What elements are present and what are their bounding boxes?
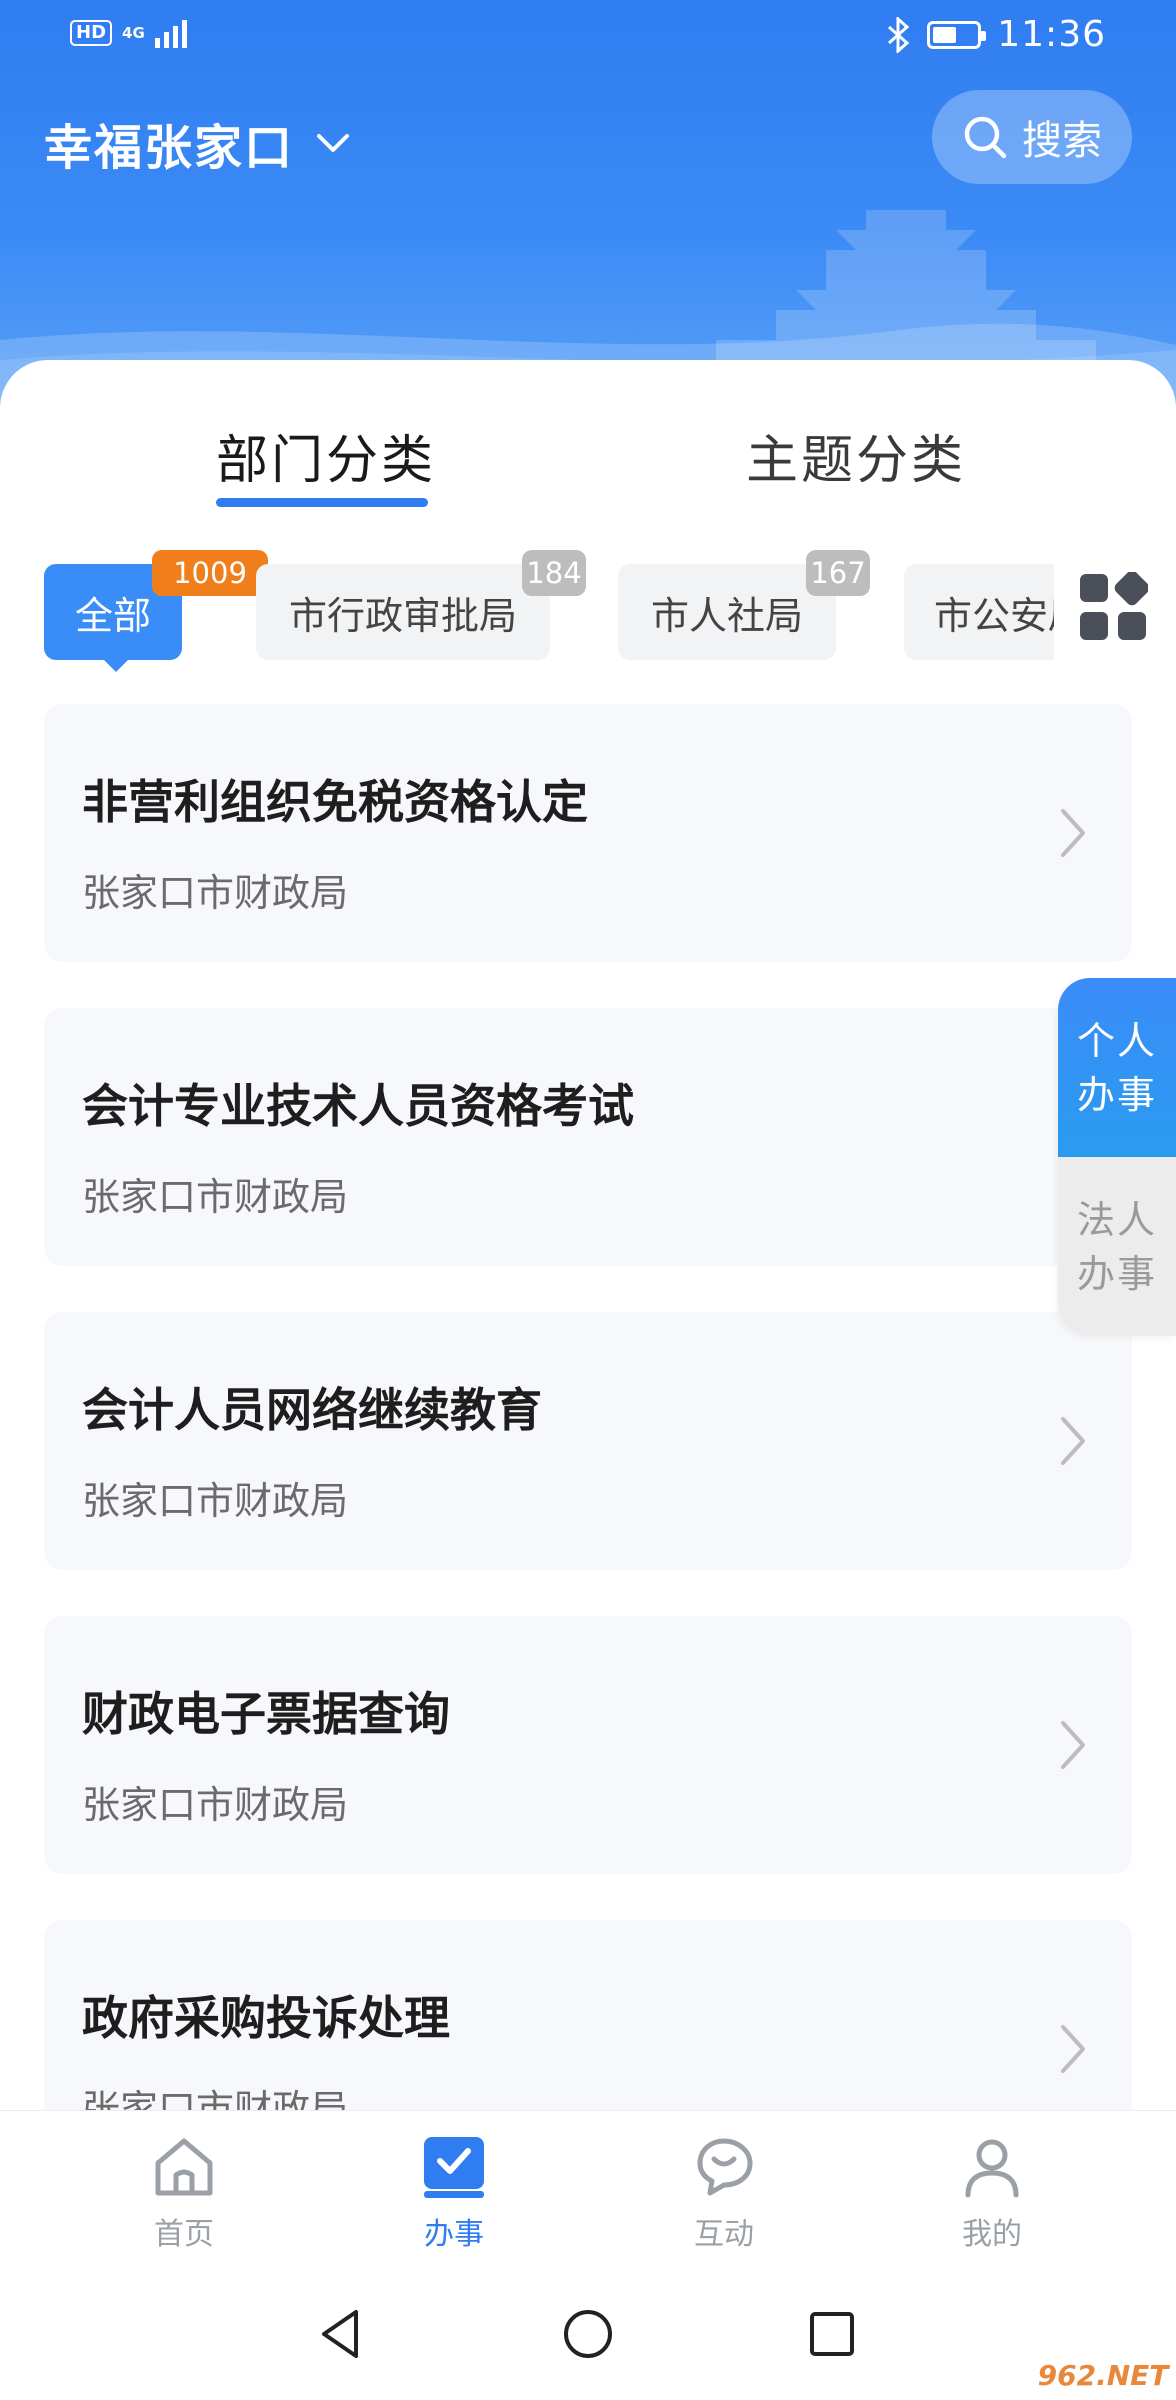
- back-icon[interactable]: [312, 2304, 372, 2364]
- service-card[interactable]: 非营利组织免税资格认定 张家口市财政局: [44, 704, 1132, 962]
- main-content: 部门分类 主题分类 全部 1009 市行政审批局 184 市人社局 167 市公…: [0, 360, 1176, 2110]
- search-icon: [964, 116, 1007, 159]
- nav-label: 首页: [154, 2217, 214, 2252]
- personal-affairs-button[interactable]: 个人办事: [1058, 978, 1176, 1157]
- network-type: 4G: [122, 24, 145, 42]
- header: HD 4G 11:36 幸福张家口 搜索: [0, 0, 1176, 420]
- nav-label: 我的: [962, 2217, 1022, 2252]
- count-badge: 167: [806, 550, 870, 596]
- nav-label: 互动: [694, 2217, 754, 2252]
- count-badge: 184: [522, 550, 586, 596]
- count-badge: 1009: [152, 550, 268, 596]
- tab-department[interactable]: 部门分类: [216, 418, 436, 493]
- corporate-affairs-button[interactable]: 法人办事: [1058, 1157, 1176, 1336]
- user-icon: [965, 2139, 1019, 2198]
- dept-chip-label: 市行政审批局: [288, 593, 517, 638]
- nav-home[interactable]: 首页: [104, 2133, 264, 2263]
- city-selector[interactable]: 幸福张家口: [44, 108, 350, 178]
- grid-menu-icon[interactable]: [1078, 572, 1148, 642]
- nav-interaction[interactable]: 互动: [644, 2133, 804, 2263]
- chat-icon: [697, 2138, 753, 2196]
- department-filter-row: 全部 1009 市行政审批局 184 市人社局 167 市公安局: [0, 536, 1176, 676]
- signal-icon: [154, 20, 187, 48]
- service-department: 张家口市财政局: [82, 1479, 349, 1523]
- service-title: 财政电子票据查询: [82, 1687, 450, 1741]
- service-title: 政府采购投诉处理: [82, 1991, 450, 2045]
- tab-theme[interactable]: 主题分类: [746, 418, 966, 493]
- chevron-down-icon: [317, 134, 350, 152]
- service-department: 张家口市财政局: [82, 1783, 349, 1827]
- watermark-logo: 962.NET: [1030, 2350, 1176, 2400]
- home-circle-icon[interactable]: [558, 2304, 618, 2364]
- category-tabs: 部门分类 主题分类: [0, 360, 1176, 520]
- recents-icon[interactable]: [802, 2304, 862, 2364]
- service-card[interactable]: 政府采购投诉处理 张家口市财政局: [44, 1920, 1132, 2110]
- service-card[interactable]: 财政电子票据查询 张家口市财政局: [44, 1616, 1132, 1874]
- dept-chip-all[interactable]: 全部 1009: [44, 550, 268, 672]
- city-name: 幸福张家口: [44, 120, 295, 176]
- clock: 11:36: [997, 14, 1106, 55]
- active-tab-indicator: [216, 498, 428, 507]
- hd-badge: HD: [70, 20, 113, 46]
- service-department: 张家口市财政局: [82, 1175, 349, 1219]
- bluetooth-icon: [888, 16, 910, 53]
- nav-tasks[interactable]: 办事: [374, 2133, 534, 2263]
- corporate-affairs-label: 法人办事: [1077, 1197, 1158, 1296]
- dept-chip-label: 市人社局: [650, 593, 803, 638]
- service-title: 会计人员网络继续教育: [82, 1383, 542, 1437]
- chevron-right-icon: [1061, 1721, 1085, 1769]
- handling-type-toggle: 个人办事 法人办事: [1058, 978, 1176, 1336]
- home-icon: [155, 2138, 213, 2196]
- search-label: 搜索: [1022, 118, 1102, 164]
- dept-chip-approval-bureau[interactable]: 市行政审批局 184: [256, 550, 586, 660]
- service-title: 会计专业技术人员资格考试: [82, 1079, 634, 1133]
- service-card[interactable]: 会计人员网络继续教育 张家口市财政局: [44, 1312, 1132, 1570]
- search-button[interactable]: 搜索: [932, 90, 1132, 184]
- dept-chip-label: 全部: [74, 593, 151, 638]
- chevron-right-icon: [1061, 1417, 1085, 1465]
- service-department: 张家口市财政局: [82, 2087, 349, 2110]
- bottom-nav: 首页 办事 互动 我的: [0, 2110, 1176, 2270]
- tasks-icon: [424, 2137, 484, 2198]
- chevron-right-icon: [1061, 809, 1085, 857]
- service-card[interactable]: 会计专业技术人员资格考试 张家口市财政局: [44, 1008, 1132, 1266]
- dept-chip-hr-bureau[interactable]: 市人社局 167: [618, 550, 870, 660]
- nav-label: 办事: [424, 2217, 484, 2252]
- chevron-right-icon: [1061, 2025, 1085, 2073]
- status-bar: HD 4G 11:36: [0, 0, 1176, 72]
- battery-icon: [927, 20, 987, 49]
- system-navigation-bar: [0, 2270, 1176, 2400]
- nav-mine[interactable]: 我的: [912, 2133, 1072, 2263]
- service-title: 非营利组织免税资格认定: [82, 775, 588, 829]
- personal-affairs-label: 个人办事: [1077, 1018, 1158, 1117]
- service-department: 张家口市财政局: [82, 871, 349, 915]
